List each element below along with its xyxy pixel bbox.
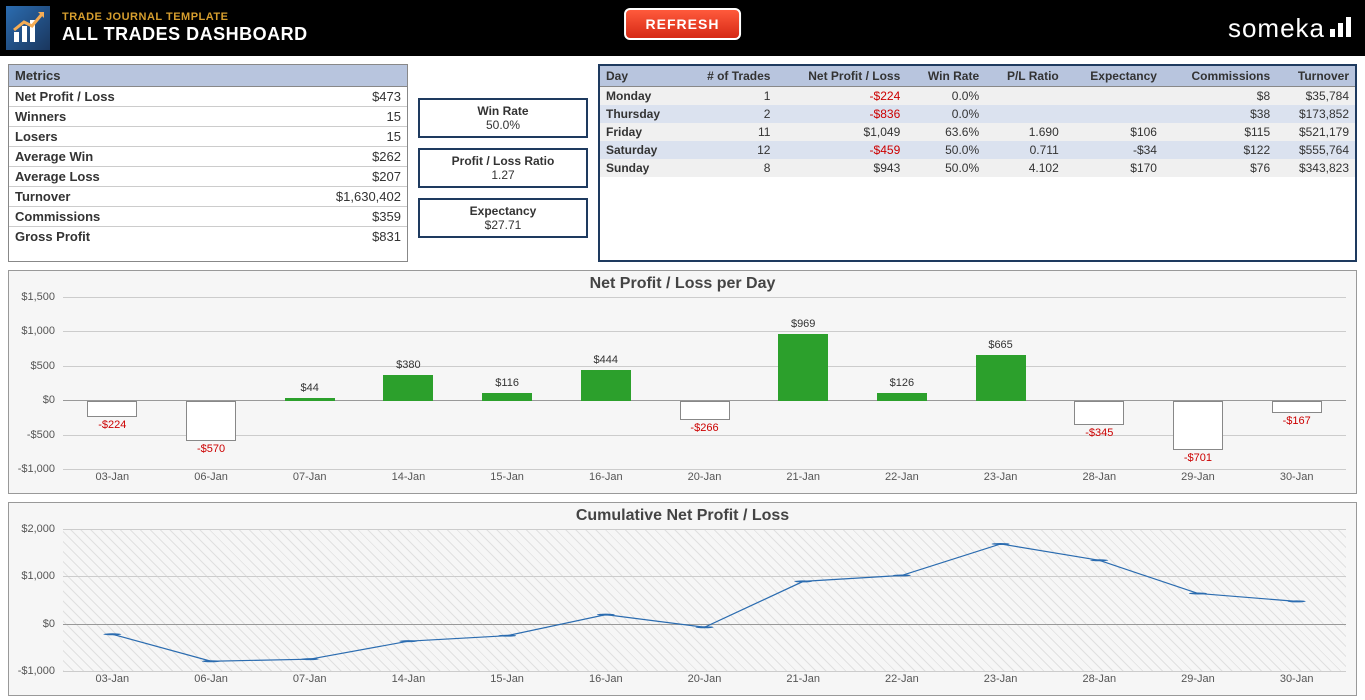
- metric-label: Average Win: [9, 147, 244, 167]
- bar-label: -$570: [197, 443, 225, 455]
- metric-value: $473: [244, 87, 407, 107]
- day-col-header: Commissions: [1163, 66, 1276, 87]
- metrics-table: Net Profit / Loss$473Winners15Losers15Av…: [9, 87, 407, 246]
- bar-label: $969: [791, 318, 815, 330]
- metric-value: 15: [244, 107, 407, 127]
- dashboard-title: ALL TRADES DASHBOARD: [62, 24, 308, 46]
- metric-label: Commissions: [9, 207, 244, 227]
- bar-label: -$266: [690, 422, 718, 434]
- bar-label: $44: [301, 382, 319, 394]
- bar-label: -$224: [98, 419, 126, 431]
- bar-label: -$701: [1184, 452, 1212, 464]
- brand-logo: someka: [1228, 13, 1355, 44]
- bar-label: $126: [890, 377, 914, 389]
- title-block: TRADE JOURNAL TEMPLATE ALL TRADES DASHBO…: [62, 11, 308, 46]
- day-col-header: Win Rate: [906, 66, 985, 87]
- bar-label: $444: [594, 354, 618, 366]
- kpi-value: 50.0%: [420, 118, 586, 132]
- day-col-header: Day: [600, 66, 682, 87]
- chart2-title: Cumulative Net Profit / Loss: [9, 503, 1356, 529]
- bar: [778, 334, 828, 401]
- kpi-cards: Win Rate50.0% Profit / Loss Ratio1.27 Expe…: [418, 64, 588, 262]
- chart1-title: Net Profit / Loss per Day: [9, 271, 1356, 297]
- day-col-header: # of Trades: [682, 66, 776, 87]
- metric-label: Average Loss: [9, 167, 244, 187]
- table-row: Friday11$1,04963.6%1.690$106$115$521,179: [600, 123, 1355, 141]
- metrics-panel: Metrics Net Profit / Loss$473Winners15Lo…: [8, 64, 408, 262]
- day-col-header: P/L Ratio: [985, 66, 1065, 87]
- bar: [877, 393, 927, 402]
- metric-label: Net Profit / Loss: [9, 87, 244, 107]
- bar-label: -$167: [1283, 415, 1311, 427]
- bar: [976, 355, 1026, 401]
- template-name: TRADE JOURNAL TEMPLATE: [62, 11, 308, 24]
- metric-label: Losers: [9, 127, 244, 147]
- metric-value: $831: [244, 227, 407, 247]
- kpi-label: Win Rate: [420, 104, 586, 118]
- metric-value: $262: [244, 147, 407, 167]
- brand-bars-icon: [1329, 13, 1355, 44]
- net-profit-bar-chart: Net Profit / Loss per Day -$1,000-$500$0…: [8, 270, 1357, 494]
- bar-label: $665: [988, 339, 1012, 351]
- table-row: Thursday2-$8360.0%$38$173,852: [600, 105, 1355, 123]
- kpi-label: Expectancy: [420, 204, 586, 218]
- bar: [1272, 401, 1322, 413]
- bar: [581, 370, 631, 401]
- bar: [482, 393, 532, 401]
- metric-value: 15: [244, 127, 407, 147]
- kpi-value: $27.71: [420, 218, 586, 232]
- kpi-label: Profit / Loss Ratio: [420, 154, 586, 168]
- kpi-card: Expectancy$27.71: [418, 198, 588, 238]
- kpi-card: Profit / Loss Ratio1.27: [418, 148, 588, 188]
- bar-label: -$345: [1085, 427, 1113, 439]
- cumulative-line-chart: Cumulative Net Profit / Loss -$1,000$0$1…: [8, 502, 1357, 696]
- bar: [383, 375, 433, 401]
- bar: [87, 401, 137, 417]
- bar-label: $380: [396, 359, 420, 371]
- metric-value: $207: [244, 167, 407, 187]
- app-header: TRADE JOURNAL TEMPLATE ALL TRADES DASHBO…: [0, 0, 1365, 56]
- bar: [186, 401, 236, 441]
- metrics-heading: Metrics: [9, 65, 407, 87]
- bar: [680, 401, 730, 420]
- day-col-header: Expectancy: [1065, 66, 1163, 87]
- table-row: Monday1-$2240.0%$8$35,784: [600, 87, 1355, 106]
- metric-label: Turnover: [9, 187, 244, 207]
- kpi-card: Win Rate50.0%: [418, 98, 588, 138]
- day-summary-table: Day# of TradesNet Profit / LossWin RateP…: [598, 64, 1357, 262]
- bar: [1173, 401, 1223, 450]
- line-path: [63, 529, 1346, 671]
- bar-label: $116: [495, 377, 519, 389]
- table-row: Saturday12-$45950.0%0.711-$34$122$555,76…: [600, 141, 1355, 159]
- metric-label: Winners: [9, 107, 244, 127]
- bar: [285, 398, 335, 401]
- app-logo-icon: [6, 6, 50, 50]
- brand-text: someka: [1228, 13, 1325, 44]
- refresh-button[interactable]: REFRESH: [624, 8, 742, 40]
- metric-value: $359: [244, 207, 407, 227]
- metric-label: Gross Profit: [9, 227, 244, 247]
- table-row: Sunday8$94350.0%4.102$170$76$343,823: [600, 159, 1355, 177]
- metric-value: $1,630,402: [244, 187, 407, 207]
- day-col-header: Turnover: [1276, 66, 1355, 87]
- day-col-header: Net Profit / Loss: [776, 66, 906, 87]
- bar: [1074, 401, 1124, 425]
- kpi-value: 1.27: [420, 168, 586, 182]
